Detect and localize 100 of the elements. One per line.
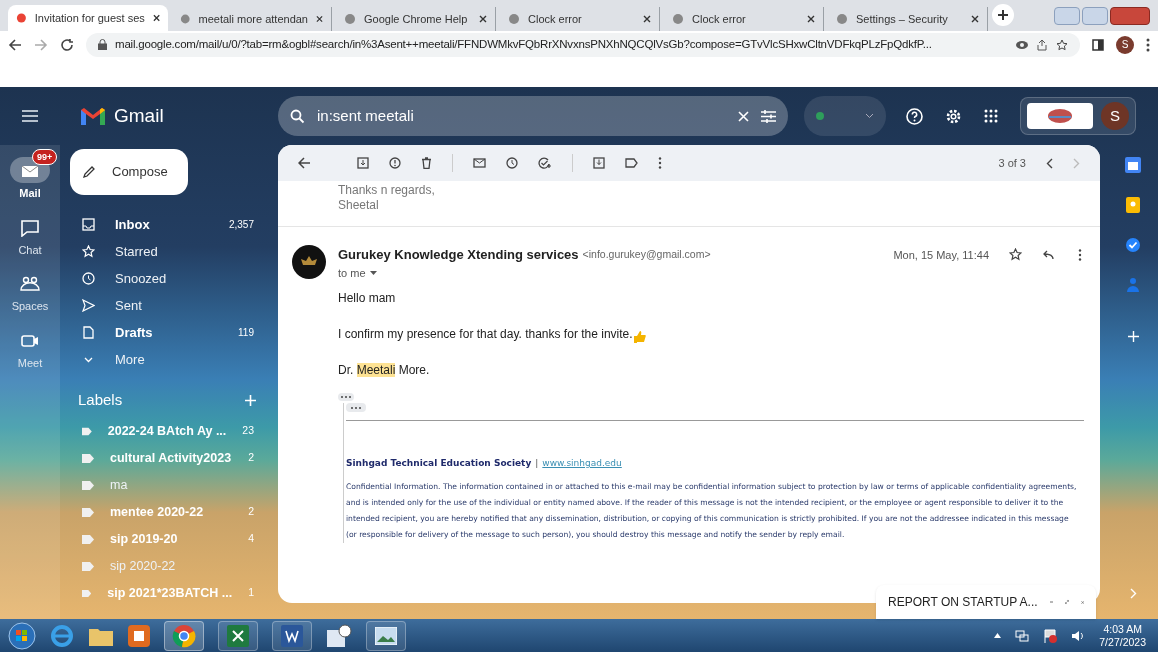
close-icon[interactable] (971, 14, 979, 23)
label-tag-icon (82, 426, 92, 436)
nav-label: Starred (115, 242, 159, 261)
move-to-icon[interactable] (593, 157, 605, 170)
website-link[interactable]: www.sinhgad.edu (542, 457, 622, 471)
account-avatar[interactable]: S (1101, 102, 1129, 131)
gmail-wordmark: Gmail (114, 103, 164, 128)
side-panel-icon[interactable] (1092, 38, 1104, 51)
keep-icon[interactable] (1126, 197, 1140, 214)
clock-icon[interactable] (506, 157, 518, 170)
nav-item[interactable]: Starred (70, 238, 266, 266)
rail-label: Mail (19, 186, 41, 202)
trash-icon[interactable] (421, 157, 432, 170)
address-bar[interactable]: mail.google.com/mail/u/0/?tab=rm&ogbl#search/in%3Asent++meetali/FFNDWMkvFQbRrXNvxnsPNXhNQCQlVsGb?compose=GTvVlcSHxwCltnVDFkqPLzFpQdkfP... (86, 32, 1080, 57)
browser-tab[interactable]: Clock error (664, 6, 824, 31)
add-label-icon[interactable] (245, 394, 256, 406)
eye-icon[interactable] (1016, 39, 1028, 50)
app-tile[interactable] (366, 620, 406, 651)
nav-count: 119 (238, 326, 254, 341)
tray-arrow-icon[interactable] (994, 633, 1002, 639)
share-icon[interactable] (1036, 38, 1048, 51)
profile-avatar[interactable]: S (1116, 35, 1134, 54)
more-options-icon[interactable] (1078, 248, 1082, 261)
site-icon (180, 12, 191, 25)
close-icon[interactable] (152, 13, 160, 22)
apps-grid-icon[interactable] (984, 109, 998, 124)
app-tile[interactable] (272, 620, 312, 651)
draft-window-bar[interactable]: REPORT ON STARTUP A... (876, 585, 1096, 620)
label-name: cultural Activity2023 (110, 449, 233, 467)
help-icon[interactable] (906, 107, 923, 125)
browser-tab[interactable]: meetali more attendan (172, 6, 332, 31)
star-icon[interactable] (1009, 248, 1022, 262)
nav-item[interactable]: Drafts 119 (70, 319, 266, 347)
message-text: Hello mam (338, 290, 397, 308)
app-tile[interactable] (218, 620, 258, 651)
dropdown-icon[interactable] (369, 270, 377, 275)
close-icon[interactable] (643, 14, 651, 23)
more-options-icon[interactable] (658, 157, 662, 170)
show-trimmed-button[interactable] (338, 393, 354, 402)
reload-icon[interactable] (60, 37, 74, 52)
back-arrow-icon[interactable] (298, 157, 311, 170)
add-icon[interactable] (1127, 331, 1139, 343)
star-icon[interactable] (1056, 38, 1068, 51)
sender-name: Gurukey Knowledge Xtending services (338, 246, 579, 265)
label-tag-icon (82, 534, 94, 544)
clock[interactable]: 4:03 AM 7/27/2023 (1099, 622, 1150, 649)
tab-title: Google Chrome Help (364, 11, 469, 27)
menu-icon[interactable] (22, 110, 38, 123)
tasks-icon[interactable] (1125, 237, 1141, 254)
quoted-text: Sheetal (338, 198, 380, 214)
quoted-text: Thanks n regards, (338, 183, 436, 199)
new-tab-button[interactable] (992, 3, 1014, 26)
label-tag-icon (82, 453, 94, 463)
label-count: 2 (248, 450, 254, 466)
browser-tab[interactable]: Invitation for guest ses (8, 4, 168, 31)
close-icon[interactable] (316, 14, 323, 23)
nav-item[interactable]: Sent (70, 292, 266, 320)
media-player-icon[interactable] (128, 624, 150, 647)
send-icon (82, 299, 95, 313)
nav-item[interactable]: Inbox 2,357 (70, 211, 266, 239)
previous-icon[interactable] (1046, 157, 1053, 169)
calendar-icon[interactable] (1125, 157, 1141, 174)
organization-logo[interactable] (1027, 103, 1093, 130)
report-spam-icon[interactable] (389, 157, 401, 170)
reply-icon[interactable] (1042, 249, 1054, 260)
close-icon[interactable] (479, 14, 487, 23)
document-icon (281, 624, 303, 647)
star-icon (82, 245, 95, 259)
back-icon[interactable] (8, 37, 22, 52)
envelope-icon[interactable] (473, 158, 486, 169)
clock-icon (82, 272, 95, 286)
inbox-tray-icon (82, 218, 95, 232)
clear-icon[interactable] (738, 110, 749, 122)
label-tag-icon[interactable] (625, 158, 638, 169)
settings-icon[interactable] (945, 107, 962, 125)
rail-label: Chat (18, 242, 42, 258)
archive-icon[interactable] (357, 157, 369, 170)
label-tag-icon (82, 561, 94, 571)
show-trimmed-button[interactable] (346, 403, 366, 413)
close-button[interactable] (1110, 6, 1150, 25)
menu-icon[interactable] (1146, 37, 1150, 52)
network-icon[interactable] (1015, 629, 1030, 642)
browser-tab[interactable]: Settings – Security (828, 6, 988, 31)
label-count: 4 (248, 531, 254, 547)
compose-button[interactable]: Compose (70, 149, 188, 196)
nav-item[interactable]: More (70, 346, 266, 374)
search-field[interactable]: in:sent meetali (278, 96, 788, 137)
action-center-flag-icon[interactable] (1043, 628, 1058, 643)
start-button-icon[interactable] (8, 621, 36, 650)
add-task-icon[interactable] (538, 157, 552, 170)
browser-tab[interactable]: Clock error (500, 6, 660, 31)
browser-tab[interactable]: Google Chrome Help (336, 6, 496, 31)
nav-count: 2,357 (228, 218, 254, 233)
nav-item[interactable]: Snoozed (70, 265, 266, 293)
speaker-icon[interactable] (1071, 629, 1086, 642)
close-icon[interactable] (807, 14, 815, 23)
filter-icon[interactable] (761, 109, 776, 123)
active-app-tile[interactable] (164, 620, 204, 651)
url-text: mail.google.com/mail/u/0/?tab=rm&ogbl#search/in%3Asent++meetali/FFNDWMkvFQbRrXNvxnsPNXhNQCQlVsGb?compose=GTvVlcSHxwCltnVDFkqPLzFpQdkfP... (115, 36, 932, 52)
browser-e-icon[interactable] (50, 623, 74, 648)
